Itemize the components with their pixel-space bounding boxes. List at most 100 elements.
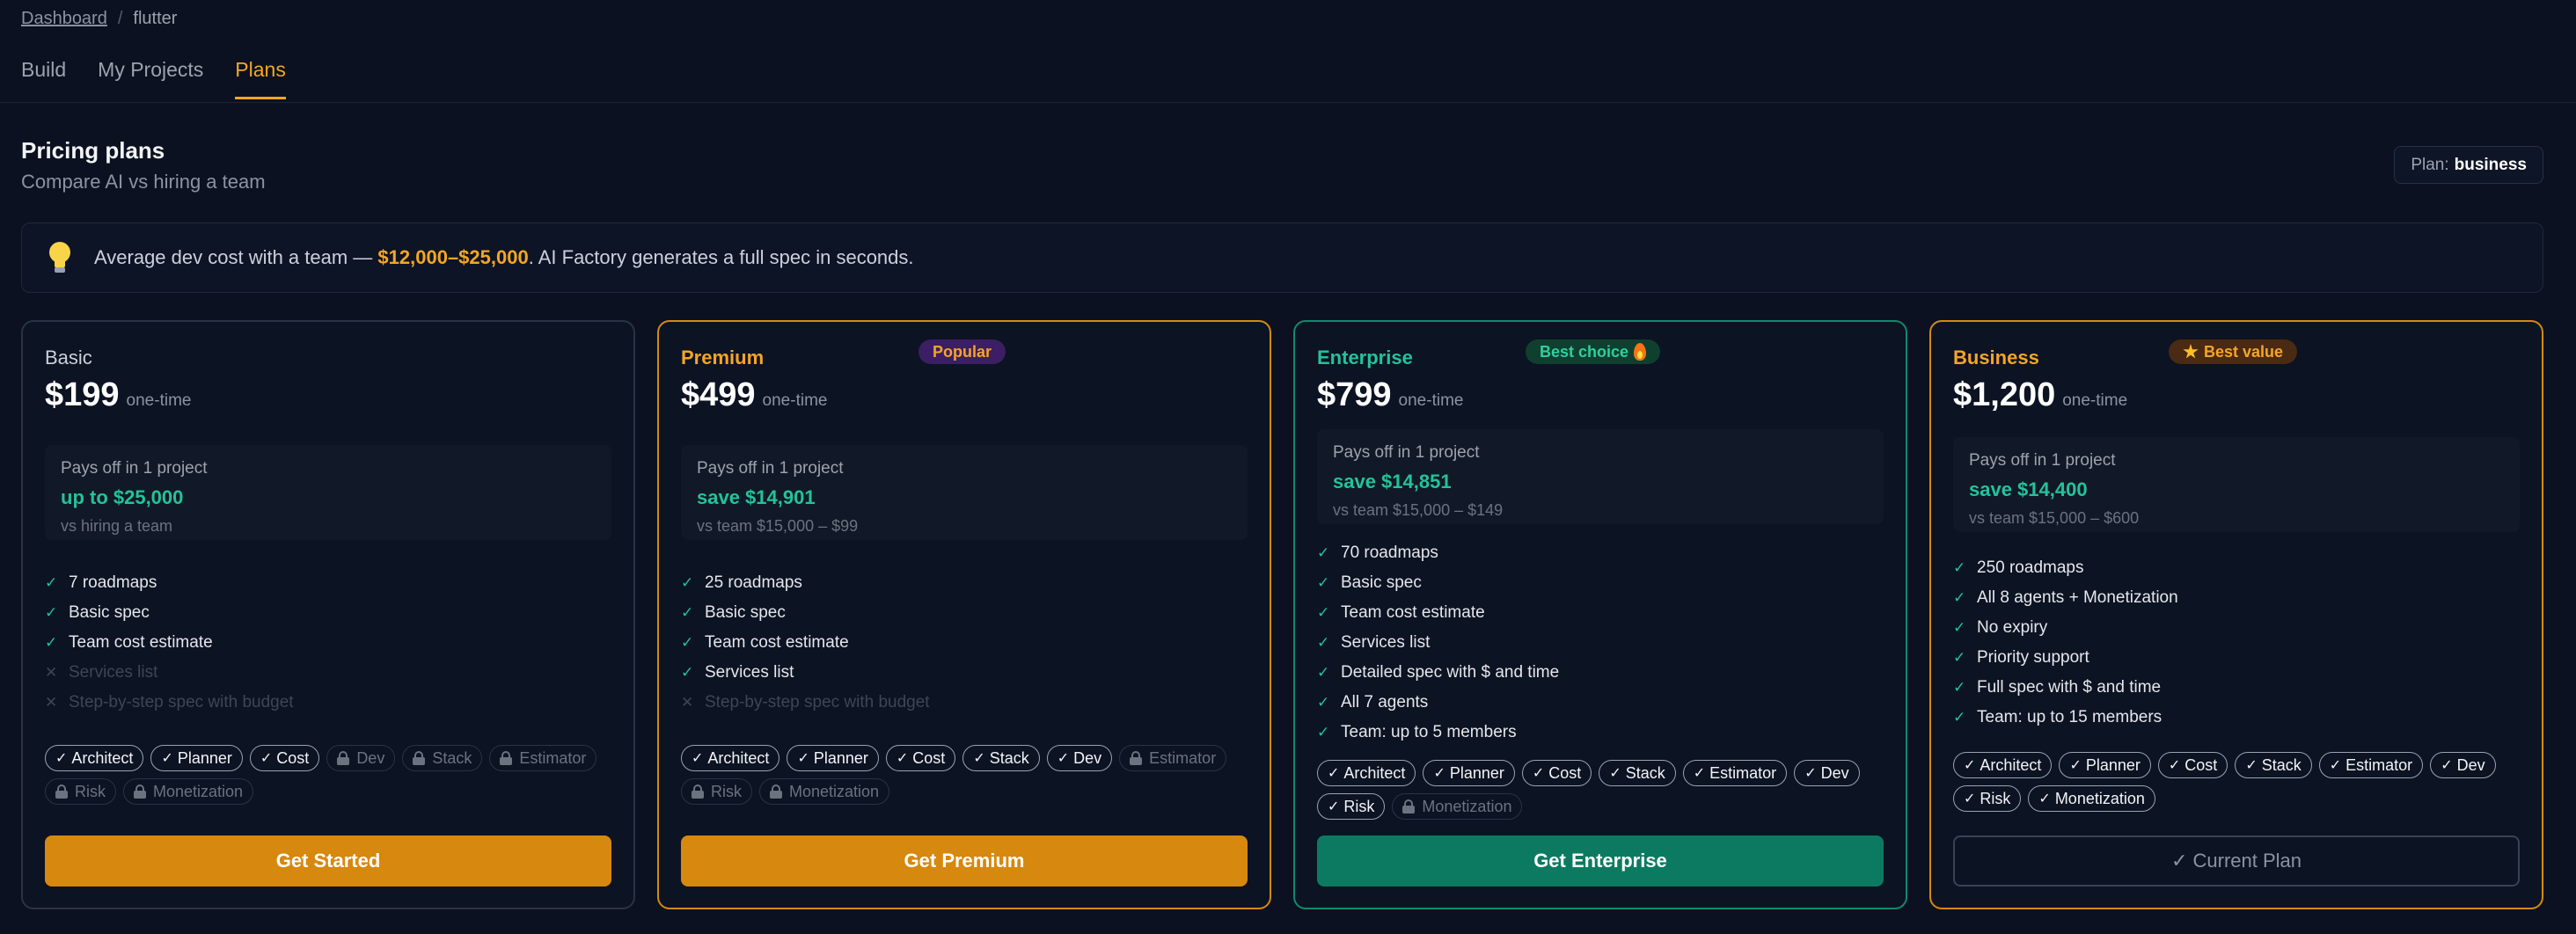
agent-chip-locked: Estimator <box>489 745 597 771</box>
check-icon: ✓ <box>2245 758 2258 773</box>
lock-icon <box>500 751 513 765</box>
agent-chip: ✓ Architect <box>1953 752 2053 778</box>
agent-chip-locked: Monetization <box>759 778 890 805</box>
feature-item: ✓ Basic spec <box>681 598 1248 628</box>
check-icon: ✓ <box>45 634 58 651</box>
check-icon: ✓ <box>2069 758 2082 773</box>
check-icon: ✓ <box>1317 634 1330 651</box>
feature-item: ✓ Team cost estimate <box>45 628 611 658</box>
agent-chip: ✓ Cost <box>249 745 320 771</box>
check-icon: ✓ <box>45 604 58 621</box>
plan-badge-label: Plan: <box>2411 155 2449 174</box>
feature-item: ✓ 250 roadmaps <box>1953 553 2520 583</box>
banner-text: Average dev cost with a team — $12,000–$… <box>94 246 914 269</box>
check-icon: ✓ <box>681 634 694 651</box>
check-icon: ✓ <box>1953 709 1966 726</box>
feature-text: Team cost estimate <box>1341 603 1485 622</box>
feature-item: ✓ Services list <box>1317 628 1884 658</box>
lock-icon <box>770 784 782 799</box>
get-premium-button[interactable]: Get Premium <box>681 835 1248 887</box>
feature-text: Team cost estimate <box>69 633 213 652</box>
lock-icon <box>134 784 146 799</box>
check-icon: ✓ <box>1057 751 1070 766</box>
plan-price: $799 one-time <box>1317 376 1463 414</box>
feature-text: Step-by-step spec with budget <box>705 693 930 711</box>
feature-item: ✓ Team: up to 5 members <box>1317 718 1884 748</box>
agent-chip: ✓ Planner <box>787 745 879 771</box>
agent-chip: ✓ Estimator <box>1682 760 1788 786</box>
lock-icon <box>1402 799 1416 814</box>
popular-badge: Popular <box>918 339 1006 364</box>
lock-icon <box>1130 751 1143 765</box>
price-unit: one-time <box>1398 391 1464 410</box>
agent-chip: ✓ Stack <box>2235 752 2312 778</box>
lock-icon <box>692 784 704 799</box>
feature-text: 7 roadmaps <box>69 573 157 592</box>
roi-box: Pays off in 1 project save $14,851 vs te… <box>1317 429 1884 524</box>
plan-card-premium: Premium Popular $499 one-time Pays off i… <box>657 320 1271 909</box>
roi-box: Pays off in 1 project up to $25,000 vs h… <box>45 445 611 540</box>
feature-text: Priority support <box>1977 648 2089 667</box>
check-icon: ✓ <box>1804 766 1817 781</box>
check-icon: ✓ <box>45 574 58 591</box>
feature-item: ✓ Services list <box>681 658 1248 688</box>
agent-chips: ✓ Architect ✓ Planner ✓ Cost ✓ Stack ✓ Estima… <box>1953 752 2526 812</box>
agent-chip: ✓ Monetization <box>2028 785 2155 812</box>
feature-text: Team: up to 15 members <box>1977 708 2163 726</box>
tab-build[interactable]: Build <box>21 55 66 99</box>
feature-item: ✓ Team: up to 15 members <box>1953 703 2520 733</box>
feature-item: ✕ Services list <box>45 658 611 688</box>
plan-price: $199 one-time <box>45 376 191 414</box>
tab-plans[interactable]: Plans <box>235 55 286 99</box>
agent-chip-locked: Estimator <box>1119 745 1227 771</box>
roi-savings: up to $25,000 <box>61 486 184 508</box>
agent-chip: ✓ Architect <box>681 745 780 771</box>
page-subtitle: Compare AI vs hiring a team <box>21 171 266 193</box>
price-amount: $199 <box>45 376 120 413</box>
feature-text: Services list <box>1341 633 1431 652</box>
feature-item: ✓ Team cost estimate <box>1317 598 1884 628</box>
check-icon: ✓ <box>681 574 694 591</box>
breadcrumb-current: flutter <box>133 9 178 28</box>
feature-item: ✓ No expiry <box>1953 613 2520 643</box>
lock-icon <box>413 751 426 765</box>
check-icon: ✓ <box>1693 766 1706 781</box>
current-plan-button[interactable]: ✓ Current Plan <box>1953 835 2520 887</box>
check-icon: ✓ <box>1964 792 1976 806</box>
feature-text: Team: up to 5 members <box>1341 723 1517 741</box>
fire-icon <box>1634 343 1647 361</box>
tabs-divider <box>0 102 2576 103</box>
plan-card-enterprise: Enterprise Best choice $799 one-time Pay… <box>1293 320 1907 909</box>
feature-text: All 7 agents <box>1341 693 1429 711</box>
feature-item: ✓ Full spec with $ and time <box>1953 673 2520 703</box>
agent-chip-locked: Stack <box>402 745 483 771</box>
feature-item: ✓ 70 roadmaps <box>1317 538 1884 568</box>
check-icon: ✓ <box>1532 766 1545 781</box>
get-enterprise-button[interactable]: Get Enterprise <box>1317 835 1884 887</box>
check-icon: ✓ <box>681 664 694 681</box>
banner-prefix: Average dev cost with a team — <box>94 246 378 268</box>
best-value-badge: Best value <box>2169 339 2298 364</box>
feature-text: Full spec with $ and time <box>1977 678 2162 697</box>
feature-text: No expiry <box>1977 618 2048 637</box>
roi-line1: Pays off in 1 project <box>61 459 208 478</box>
get-started-button[interactable]: Get Started <box>45 835 611 887</box>
agent-chip: ✓ Estimator <box>2318 752 2424 778</box>
agent-chips: ✓ Architect ✓ Planner ✓ Cost Dev Stack Esti… <box>45 745 618 805</box>
check-icon: ✓ <box>681 604 694 621</box>
roi-compare: vs team $15,000 – $149 <box>1333 501 1504 519</box>
star-icon <box>2183 344 2199 359</box>
breadcrumb-separator: / <box>117 9 123 28</box>
breadcrumb-dashboard-link[interactable]: Dashboard <box>21 9 107 29</box>
plan-badge-value: business <box>2454 155 2527 174</box>
cross-icon: ✕ <box>45 664 58 681</box>
tab-my-projects[interactable]: My Projects <box>98 55 203 99</box>
feature-item: ✓ All 8 agents + Monetization <box>1953 583 2520 613</box>
roi-line1: Pays off in 1 project <box>1333 443 1480 462</box>
check-icon: ✓ <box>1317 664 1330 681</box>
agent-chip: ✓ Risk <box>1317 793 1386 820</box>
check-icon: ✓ <box>1433 766 1445 781</box>
feature-list: ✓ 25 roadmaps ✓ Basic spec ✓ Team cost esti… <box>681 568 1248 718</box>
plan-name: Basic <box>45 347 92 368</box>
feature-text: 250 roadmaps <box>1977 558 2084 577</box>
